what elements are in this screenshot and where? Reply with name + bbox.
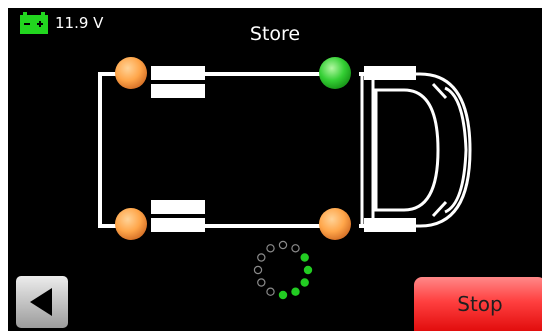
triangle-left-icon (30, 288, 52, 316)
tire-sensor-front-left (115, 57, 147, 89)
vehicle-cab (360, 72, 472, 228)
spinner-dot (253, 265, 263, 275)
back-button[interactable] (16, 276, 68, 328)
spinner-dot-active (300, 278, 309, 287)
tire-sensor-rear-left (319, 208, 351, 240)
rear-left-wheel (364, 218, 416, 232)
spinner-dot (266, 287, 275, 296)
spinner-dot (266, 244, 275, 253)
tire-sensor-front-right (115, 208, 147, 240)
stop-button[interactable]: Stop (414, 277, 542, 331)
tpms-screen: 11.9 V Store Stop (8, 8, 542, 331)
spinner-dot-active (291, 287, 300, 296)
spinner-dot-active (278, 290, 288, 300)
spinner-dot (257, 278, 266, 287)
front-left-wheel-inner (151, 84, 205, 98)
spinner-dot (291, 244, 300, 253)
spinner-dot-active (303, 265, 313, 275)
front-right-wheel-inner (151, 218, 205, 232)
spinner-dot (278, 240, 288, 250)
spinner-dot-active (300, 253, 309, 262)
progress-spinner (253, 240, 313, 300)
front-left-wheel (151, 66, 205, 80)
rear-right-wheel (364, 66, 416, 80)
spinner-dot (257, 253, 266, 262)
tire-sensor-rear-right (319, 57, 351, 89)
chassis-rear (98, 72, 123, 228)
front-right-wheel (151, 200, 205, 214)
